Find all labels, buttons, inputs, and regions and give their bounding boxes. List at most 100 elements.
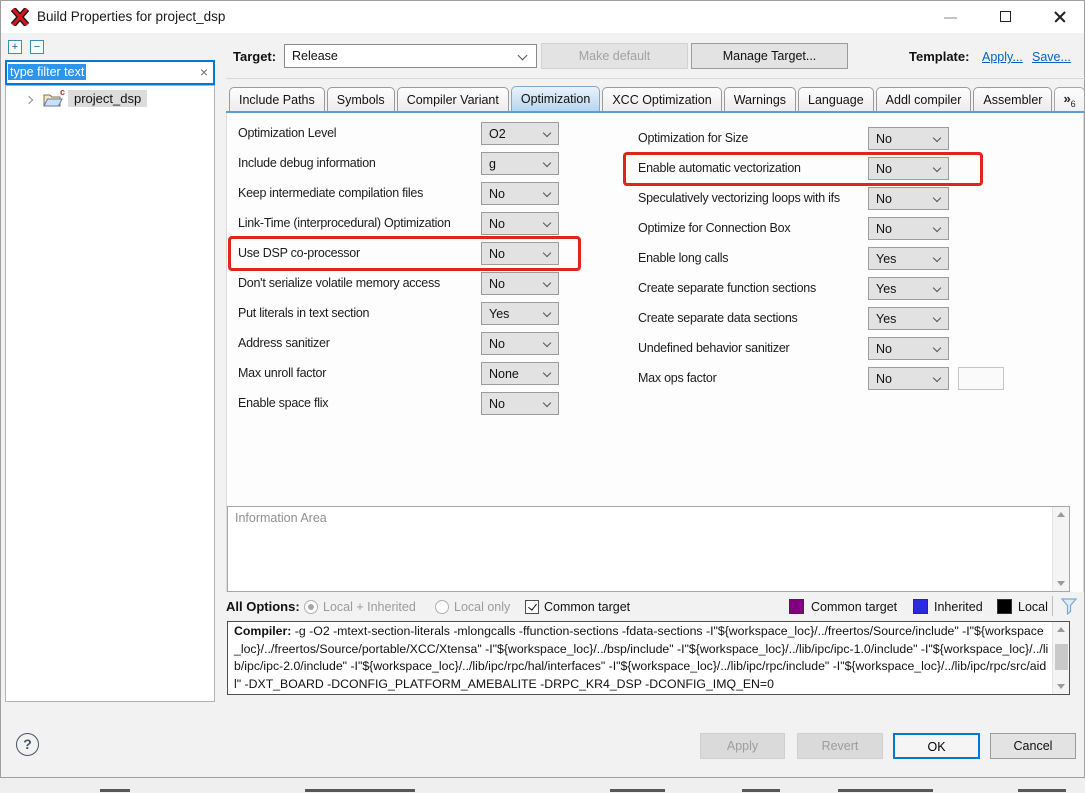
chevron-down-icon bbox=[543, 159, 551, 167]
minimize-icon bbox=[944, 17, 957, 19]
chevron-down-icon bbox=[933, 134, 941, 142]
undefined-behavior-sanitizer-select[interactable]: No bbox=[868, 337, 949, 360]
compiler-options-box[interactable]: Compiler: -g -O2 -mtext-section-literals… bbox=[227, 621, 1070, 695]
ok-button[interactable]: OK bbox=[893, 733, 980, 759]
check-icon bbox=[528, 601, 537, 610]
dont-serialize-volatile-select[interactable]: No bbox=[481, 272, 559, 295]
tab-xcc-optimization[interactable]: XCC Optimization bbox=[602, 87, 721, 112]
option-row: Speculatively vectorizing loops with ifs… bbox=[638, 187, 949, 210]
option-row: Include debug information g bbox=[238, 152, 559, 175]
option-row: Address sanitizer No bbox=[238, 332, 559, 355]
enable-space-flix-select[interactable]: No bbox=[481, 392, 559, 415]
radio-local-only[interactable] bbox=[435, 600, 449, 614]
optimization-level-select[interactable]: O2 bbox=[481, 122, 559, 145]
scroll-up-icon[interactable] bbox=[1057, 512, 1065, 517]
expand-all-icon[interactable]: + bbox=[8, 40, 22, 54]
max-ops-factor-select[interactable]: No bbox=[868, 367, 949, 390]
compiler-options-text: Compiler: -g -O2 -mtext-section-literals… bbox=[234, 623, 1050, 693]
tab-addl-compiler[interactable]: Addl compiler bbox=[876, 87, 972, 112]
option-row: Undefined behavior sanitizer No bbox=[638, 337, 949, 360]
template-apply-link[interactable]: Apply... bbox=[982, 50, 1023, 64]
make-default-button[interactable]: Make default bbox=[541, 43, 688, 69]
apply-button[interactable]: Apply bbox=[700, 733, 785, 759]
chevron-down-icon bbox=[933, 284, 941, 292]
separate-function-sections-select[interactable]: Yes bbox=[868, 277, 949, 300]
tab-symbols[interactable]: Symbols bbox=[327, 87, 395, 112]
chevron-down-icon bbox=[543, 129, 551, 137]
chevron-down-icon bbox=[543, 279, 551, 287]
legend-common-target-label: Common target bbox=[811, 600, 897, 614]
legend-local-label: Local bbox=[1018, 600, 1048, 614]
literals-in-text-section-select[interactable]: Yes bbox=[481, 302, 559, 325]
legend-common-target-swatch bbox=[789, 599, 804, 614]
target-label: Target: bbox=[233, 49, 276, 64]
close-button[interactable] bbox=[1036, 1, 1082, 33]
tab-include-paths[interactable]: Include Paths bbox=[229, 87, 325, 112]
scroll-up-icon[interactable] bbox=[1057, 627, 1065, 632]
chevron-down-icon bbox=[543, 339, 551, 347]
c-project-folder-icon: c bbox=[43, 92, 63, 113]
radio-local-inherited[interactable] bbox=[304, 600, 318, 614]
manage-target-button[interactable]: Manage Target... bbox=[691, 43, 848, 69]
tab-overflow-button[interactable]: »6 bbox=[1054, 87, 1084, 112]
max-unroll-factor-select[interactable]: None bbox=[481, 362, 559, 385]
option-row: Don't serialize volatile memory access N… bbox=[238, 272, 559, 295]
target-select[interactable]: Release bbox=[284, 44, 537, 68]
maximize-button[interactable] bbox=[983, 1, 1029, 33]
filter-input[interactable]: type filter text × bbox=[5, 60, 215, 85]
filter-options-icon[interactable] bbox=[1060, 597, 1078, 615]
cancel-button[interactable]: Cancel bbox=[990, 733, 1076, 759]
chevron-down-icon bbox=[543, 399, 551, 407]
optimization-for-size-select[interactable]: No bbox=[868, 127, 949, 150]
common-target-checkbox-label: Common target bbox=[544, 600, 630, 614]
option-row: Optimize for Connection Box No bbox=[638, 217, 949, 240]
address-sanitizer-select[interactable]: No bbox=[481, 332, 559, 355]
template-save-link[interactable]: Save... bbox=[1032, 50, 1071, 64]
window-title: Build Properties for project_dsp bbox=[37, 1, 225, 33]
keep-intermediate-files-select[interactable]: No bbox=[481, 182, 559, 205]
tab-warnings[interactable]: Warnings bbox=[724, 87, 796, 112]
radio-local-only-label: Local only bbox=[454, 600, 510, 614]
tab-strip: Include Paths Symbols Compiler Variant O… bbox=[229, 86, 1085, 112]
minimize-button[interactable] bbox=[928, 1, 974, 33]
collapse-all-icon[interactable]: − bbox=[30, 40, 44, 54]
separate-data-sections-select[interactable]: Yes bbox=[868, 307, 949, 330]
target-select-value: Release bbox=[292, 49, 338, 63]
separator bbox=[1052, 596, 1053, 616]
chevron-down-icon bbox=[518, 51, 528, 61]
optimize-connection-box-select[interactable]: No bbox=[868, 217, 949, 240]
scroll-down-icon[interactable] bbox=[1057, 581, 1065, 586]
option-row: Optimization for Size No bbox=[638, 127, 949, 150]
tab-optimization[interactable]: Optimization bbox=[511, 86, 600, 112]
tab-compiler-variant[interactable]: Compiler Variant bbox=[397, 87, 509, 112]
link-time-optimization-select[interactable]: No bbox=[481, 212, 559, 235]
scroll-down-icon[interactable] bbox=[1057, 684, 1065, 689]
revert-button[interactable]: Revert bbox=[797, 733, 883, 759]
close-icon bbox=[1053, 10, 1067, 24]
background-window-sliver bbox=[0, 778, 1085, 793]
tree-item-project[interactable]: c project_dsp bbox=[6, 86, 214, 110]
scroll-thumb[interactable] bbox=[1055, 644, 1068, 670]
help-button[interactable]: ? bbox=[16, 733, 39, 756]
include-debug-info-select[interactable]: g bbox=[481, 152, 559, 175]
app-logo-icon bbox=[11, 8, 29, 26]
clear-filter-icon[interactable]: × bbox=[200, 63, 208, 82]
scrollbar[interactable] bbox=[1052, 507, 1069, 591]
option-row: Max unroll factor None bbox=[238, 362, 559, 385]
build-properties-dialog: Build Properties for project_dsp + − typ… bbox=[0, 0, 1085, 778]
option-row: Optimization Level O2 bbox=[238, 122, 559, 145]
tree-item-label[interactable]: project_dsp bbox=[68, 90, 147, 107]
template-label: Template: bbox=[909, 49, 969, 64]
scrollbar[interactable] bbox=[1052, 622, 1069, 694]
speculative-vectorizing-select[interactable]: No bbox=[868, 187, 949, 210]
common-target-checkbox[interactable] bbox=[525, 600, 539, 614]
enable-long-calls-select[interactable]: Yes bbox=[868, 247, 949, 270]
chevron-down-icon bbox=[933, 374, 941, 382]
tab-assembler[interactable]: Assembler bbox=[973, 87, 1052, 112]
max-ops-factor-input[interactable] bbox=[958, 367, 1004, 390]
chevron-right-icon[interactable] bbox=[25, 96, 33, 104]
option-row: Enable space flix No bbox=[238, 392, 559, 415]
tab-language[interactable]: Language bbox=[798, 87, 874, 112]
information-area[interactable]: Information Area bbox=[227, 506, 1070, 592]
legend-inherited-swatch bbox=[913, 599, 928, 614]
